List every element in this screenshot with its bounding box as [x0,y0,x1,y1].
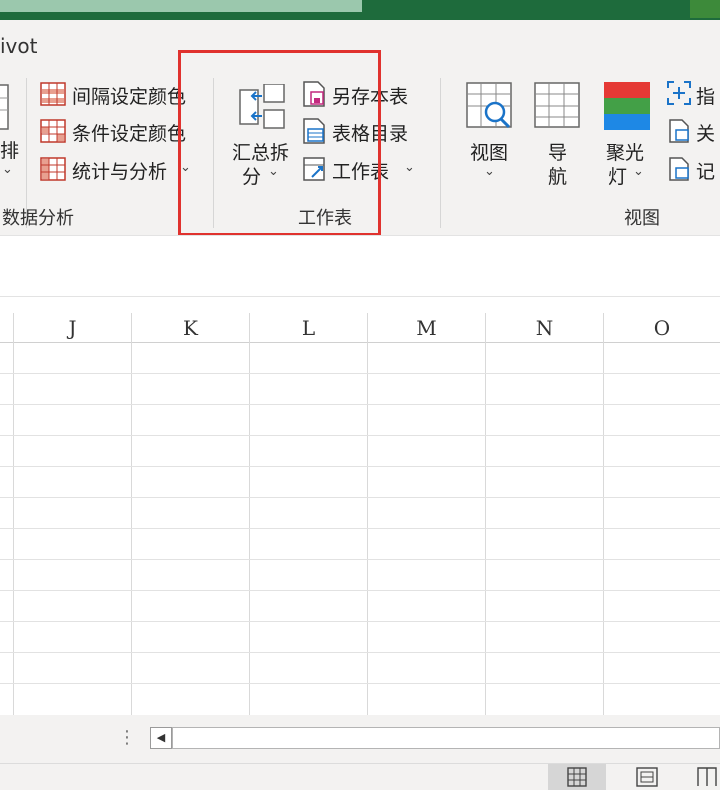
statistics-analysis-button[interactable]: 统计与分析 [72,157,167,184]
grid-row-line [0,528,720,529]
record-button[interactable]: 记 [696,157,715,184]
chevron-down-icon: ⌄ [404,160,415,175]
view-button-label[interactable]: 视图 [470,138,508,165]
group-separator [440,78,441,228]
spotlight-icon[interactable] [604,82,650,134]
spotlight-button-label[interactable]: 聚光 [606,138,644,165]
normal-view-button[interactable] [548,764,606,790]
horizontal-scrollbar[interactable] [172,727,720,749]
search-box[interactable] [0,0,362,12]
navigation-button-label-2[interactable]: 航 [548,162,567,189]
page-break-icon [697,767,717,786]
conditional-color-button[interactable]: 条件设定颜色 [72,119,186,146]
navigation-button-label[interactable]: 导 [548,138,567,165]
group-label-view: 视图 [624,208,660,229]
sort-icon[interactable] [0,84,12,134]
sort-button-label[interactable]: 排 [0,136,19,163]
interval-color-button[interactable]: 间隔设定颜色 [72,82,186,109]
view-icon[interactable] [466,82,514,134]
chevron-down-icon: ⌄ [633,164,644,179]
scroll-left-button[interactable]: ◀ [150,727,172,749]
grid-row-line [0,435,720,436]
page-layout-icon [636,767,658,787]
grid-row-line [0,373,720,374]
close-file-icon [668,118,692,148]
highlight-box [178,50,381,236]
grid-row-line [0,683,720,684]
group-label-data-analysis: 数据分析 [2,208,74,229]
pointer-icon [666,80,692,110]
record-icon [668,156,692,186]
tab-pivot[interactable]: ivot [0,34,37,58]
spotlight-button-label-2[interactable]: 灯 [608,162,627,189]
chevron-down-icon: ⌄ [2,162,13,177]
interval-color-icon [40,82,66,110]
grid-row-line [0,497,720,498]
cell-grid[interactable] [0,313,720,715]
grid-row-line [0,404,720,405]
navigation-icon[interactable] [534,82,582,134]
normal-view-icon [567,767,587,787]
pointer-button[interactable]: 指 [696,82,715,109]
status-bar [0,763,720,790]
statistics-icon [40,157,66,185]
grid-row-line [0,621,720,622]
chevron-down-icon: ⌄ [484,164,495,179]
app-thumbnail [690,0,720,18]
close-button[interactable]: 关 [696,119,715,146]
title-bar [0,0,720,20]
page-break-view-button[interactable] [686,764,720,790]
grid-row-line [0,466,720,467]
conditional-color-icon [40,119,66,147]
grid-row-line [0,559,720,560]
grid-row-line [0,652,720,653]
grid-row-line [0,590,720,591]
horizontal-scrollbar-area: ⋮ ◀ [0,715,720,763]
sheet-tab-splitter-icon[interactable]: ⋮ [118,727,136,748]
formula-bar[interactable] [0,235,720,297]
page-layout-view-button[interactable] [618,764,676,790]
